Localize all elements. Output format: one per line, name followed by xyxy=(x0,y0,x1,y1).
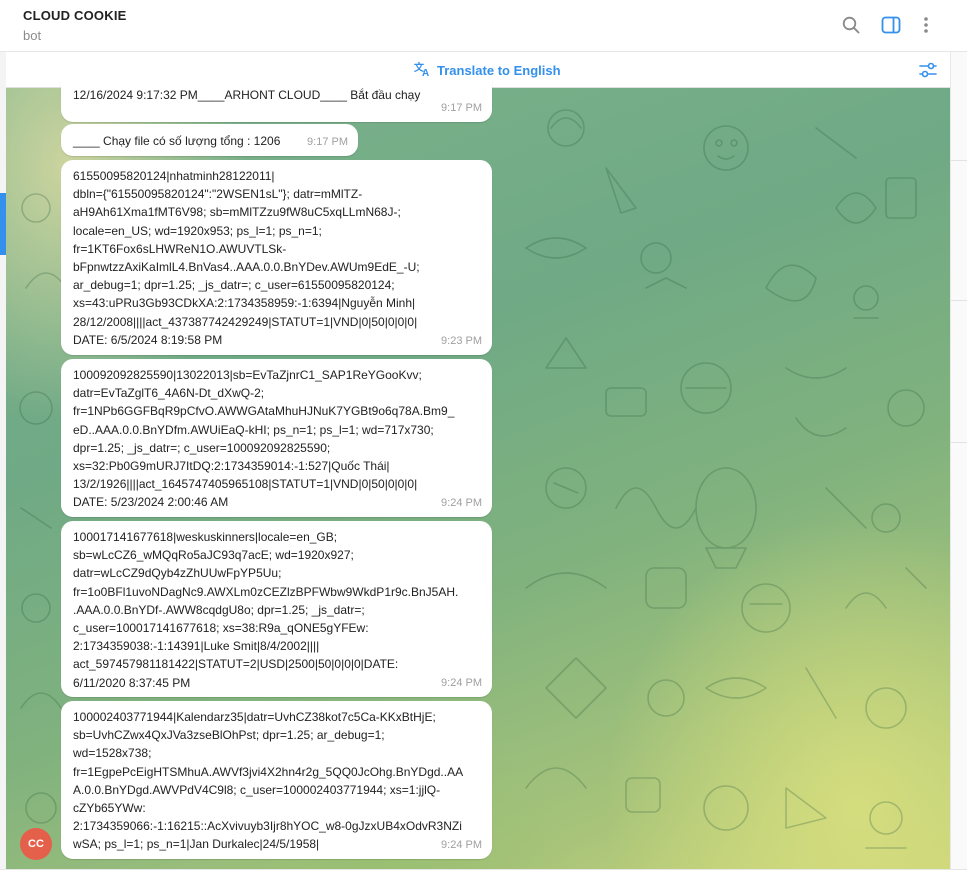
message-bubble[interactable]: 12/16/2024 9:17:32 PM____ARHONT CLOUD___… xyxy=(61,80,492,122)
message-time: 9:24 PM xyxy=(441,676,482,689)
search-icon[interactable] xyxy=(840,14,862,36)
message-text: 61550095820124|nhatminh28122011| dbln={"… xyxy=(73,169,420,347)
message-bubble[interactable]: ____ Chạy file có số lượng tổng : 1206 9… xyxy=(61,124,358,156)
message-bubble[interactable]: 100017141677618|weskuskinners|locale=en_… xyxy=(61,521,492,697)
translate-button[interactable]: 文A Translate to English xyxy=(414,61,561,80)
bot-avatar[interactable]: CC xyxy=(20,828,52,860)
message-bubble[interactable]: 100002403771944|Kalendarz35|datr=UvhCZ38… xyxy=(61,701,492,859)
message-text: 100017141677618|weskuskinners|locale=en_… xyxy=(73,530,459,690)
message-bubble[interactable]: 61550095820124|nhatminh28122011| dbln={"… xyxy=(61,160,492,355)
svg-text:A: A xyxy=(422,68,429,77)
composer-edge xyxy=(0,869,967,879)
more-vertical-icon[interactable] xyxy=(915,14,937,36)
message-text: 100092092825590|13022013|sb=EvTaZjnrC1_S… xyxy=(73,368,455,510)
message-text: 100002403771944|Kalendarz35|datr=UvhCZ38… xyxy=(73,710,464,852)
message-time: 9:17 PM xyxy=(307,135,348,148)
message-time: 9:23 PM xyxy=(441,334,482,347)
chat-title[interactable]: CLOUD COOKIE xyxy=(23,8,127,23)
message-text: ____ Chạy file có số lượng tổng : 1206 xyxy=(73,134,281,148)
message-time: 9:24 PM xyxy=(441,838,482,851)
translate-label: Translate to English xyxy=(437,63,561,78)
message-bubble[interactable]: 100092092825590|13022013|sb=EvTaZjnrC1_S… xyxy=(61,359,492,517)
side-panel-edge xyxy=(950,52,967,879)
chat-subtitle: bot xyxy=(23,28,42,43)
filter-settings-icon[interactable] xyxy=(918,61,938,84)
translate-icon: 文A xyxy=(414,61,432,80)
message-time: 9:24 PM xyxy=(441,496,482,509)
sidebar-toggle-icon[interactable] xyxy=(880,14,902,36)
chat-header: CLOUD COOKIE bot xyxy=(0,0,967,52)
message-text: 12/16/2024 9:17:32 PM____ARHONT CLOUD___… xyxy=(73,88,421,102)
message-time: 9:17 PM xyxy=(441,101,482,114)
